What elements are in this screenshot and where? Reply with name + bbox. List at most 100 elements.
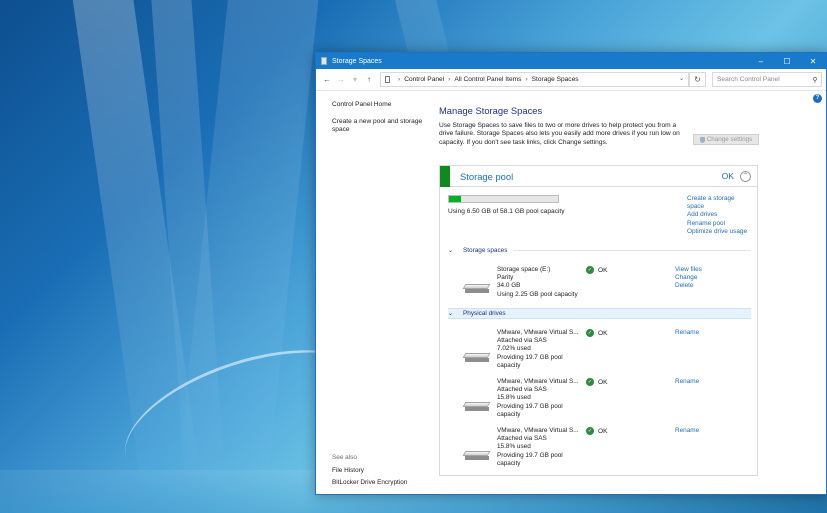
pool-usage-bar	[448, 195, 559, 203]
change-settings-button[interactable]: Change settings	[693, 134, 759, 145]
drive-name: VMware, VMware Virtual S...	[497, 378, 579, 385]
pool-health-bar	[440, 165, 450, 187]
pool-usage-text: Using 6.50 GB of 58.1 GB pool capacity	[448, 208, 565, 215]
storage-space-info: Storage space (E:) Parity 34.0 GB Using …	[497, 266, 579, 299]
create-storage-space-link[interactable]: Create a storage space	[687, 195, 753, 211]
page-title: Manage Storage Spaces	[439, 105, 543, 116]
up-arrow-icon[interactable]: ↑	[362, 75, 376, 84]
file-history-link[interactable]: File History	[332, 465, 407, 478]
storage-spaces-app-icon	[321, 57, 327, 65]
pool-status: OK	[721, 171, 734, 181]
drive-name: VMware, VMware Virtual S...	[497, 427, 579, 434]
drive-actions: Rename	[675, 378, 699, 386]
address-bar: ← → ▾ ↑ › Control Panel › All Control Pa…	[316, 69, 826, 91]
drive-capacity: Providing 19.7 GB pool capacity	[497, 402, 563, 418]
ok-check-icon: ✓	[586, 266, 594, 274]
rename-pool-link[interactable]: Rename pool	[687, 220, 753, 228]
storage-spaces-section[interactable]: ⌄ Storage spaces	[448, 245, 751, 256]
rename-drive-link[interactable]: Rename	[675, 329, 699, 337]
breadcrumb-control-panel[interactable]: Control Panel	[404, 76, 444, 83]
physical-drives-label: Physical drives	[463, 310, 506, 317]
forward-arrow-icon[interactable]: →	[334, 75, 348, 84]
breadcrumb-all-items[interactable]: All Control Panel Items	[454, 76, 521, 83]
search-input[interactable]: Search Control Panel ⚲	[712, 72, 822, 87]
drive-status: OK	[598, 329, 608, 337]
status-badge: ✓ OK	[586, 427, 608, 435]
status-badge: ✓ OK	[586, 329, 608, 337]
control-panel-home-link[interactable]: Control Panel Home	[332, 101, 428, 109]
drive-used: 15.8% used	[497, 443, 531, 451]
section-chevron-icon[interactable]: ⌄	[448, 247, 458, 254]
ok-check-icon: ✓	[586, 378, 594, 386]
drive-actions: Rename	[675, 329, 699, 337]
help-icon[interactable]: ?	[813, 94, 822, 103]
pool-usage-fill	[449, 196, 462, 202]
pool-tasks: Create a storage space Add drives Rename…	[687, 195, 753, 236]
optimize-drive-usage-link[interactable]: Optimize drive usage	[687, 228, 753, 236]
ok-check-icon: ✓	[586, 427, 594, 435]
minimize-button[interactable]: –	[748, 57, 774, 66]
drive-used: 7.02% used	[497, 345, 531, 353]
maximize-button[interactable]: ☐	[774, 57, 800, 66]
uac-shield-icon	[699, 136, 705, 143]
recent-locations-chevron-icon[interactable]: ▾	[348, 75, 362, 84]
drive-name: VMware, VMware Virtual S...	[497, 329, 579, 336]
control-panel-icon	[385, 76, 390, 83]
pool-name: Storage pool	[460, 170, 514, 182]
storage-space-drive-icon	[462, 284, 491, 293]
breadcrumb-storage-spaces[interactable]: Storage Spaces	[532, 76, 579, 83]
rename-drive-link[interactable]: Rename	[675, 378, 699, 386]
storage-space-name: Storage space (E:)	[497, 266, 551, 273]
storage-space-status: OK	[598, 266, 608, 274]
section-divider	[513, 250, 751, 251]
storage-space-actions: View files Change Delete	[675, 266, 702, 291]
storage-space-item: Storage space (E:) Parity 34.0 GB Using …	[462, 266, 752, 306]
storage-pool-header[interactable]: Storage pool OK ⌃	[440, 165, 757, 187]
main-content: Manage Storage Spaces Use Storage Spaces…	[439, 105, 761, 147]
section-chevron-icon[interactable]: ⌄	[448, 310, 458, 317]
breadcrumb-separator-icon[interactable]: ›	[525, 76, 527, 83]
drive-actions: Rename	[675, 427, 699, 435]
drive-connection: Attached via SAS	[497, 337, 547, 345]
create-pool-link[interactable]: Create a new pool and storage space	[332, 118, 428, 134]
search-icon[interactable]: ⚲	[809, 76, 821, 84]
page-description: Use Storage Spaces to save files to two …	[439, 122, 680, 146]
breadcrumb-separator-icon[interactable]: ›	[448, 76, 450, 83]
physical-drive-item: VMware, VMware Virtual S... Attached via…	[462, 378, 752, 418]
drive-connection: Attached via SAS	[497, 386, 547, 394]
delete-link[interactable]: Delete	[675, 282, 702, 290]
drive-status: OK	[598, 378, 608, 386]
drive-capacity: Providing 19.7 GB pool capacity	[497, 353, 563, 369]
hard-drive-icon	[462, 402, 491, 411]
physical-drive-info: VMware, VMware Virtual S... Attached via…	[497, 378, 579, 419]
physical-drive-info: VMware, VMware Virtual S... Attached via…	[497, 427, 579, 468]
close-button[interactable]: ✕	[800, 57, 826, 66]
drive-connection: Attached via SAS	[497, 435, 547, 443]
drive-capacity: Providing 19.7 GB pool capacity	[497, 451, 563, 467]
ok-check-icon: ✓	[586, 329, 594, 337]
view-files-link[interactable]: View files	[675, 266, 702, 274]
title-bar[interactable]: Storage Spaces – ☐ ✕	[316, 53, 826, 69]
rename-drive-link[interactable]: Rename	[675, 427, 699, 435]
pool-usage: Using 6.50 GB of 58.1 GB pool capacity	[448, 195, 565, 215]
breadcrumb-separator-icon[interactable]: ›	[398, 76, 400, 83]
breadcrumb[interactable]: › Control Panel › All Control Panel Item…	[380, 72, 690, 87]
refresh-icon[interactable]: ↻	[690, 72, 706, 87]
see-also: See also File History BitLocker Drive En…	[332, 452, 407, 490]
collapse-chevron-icon[interactable]: ⌃	[740, 170, 751, 182]
add-drives-link[interactable]: Add drives	[687, 211, 753, 219]
see-also-header: See also	[332, 454, 357, 461]
physical-drives-section[interactable]: ⌄ Physical drives	[448, 308, 751, 319]
address-dropdown-chevron-icon[interactable]: ⌄	[675, 73, 689, 86]
bitlocker-link[interactable]: BitLocker Drive Encryption	[332, 477, 407, 490]
change-link[interactable]: Change	[675, 274, 702, 282]
change-settings-label: Change settings	[706, 136, 753, 143]
hard-drive-icon	[462, 353, 491, 362]
back-arrow-icon[interactable]: ←	[320, 75, 334, 84]
hard-drive-icon	[462, 451, 491, 460]
physical-drive-item: VMware, VMware Virtual S... Attached via…	[462, 427, 752, 467]
drive-used: 15.8% used	[497, 394, 531, 402]
search-placeholder: Search Control Panel	[717, 76, 780, 83]
left-navigation: Control Panel Home Create a new pool and…	[332, 101, 428, 134]
storage-spaces-window: Storage Spaces – ☐ ✕ ← → ▾ ↑ › Control P…	[315, 52, 827, 495]
